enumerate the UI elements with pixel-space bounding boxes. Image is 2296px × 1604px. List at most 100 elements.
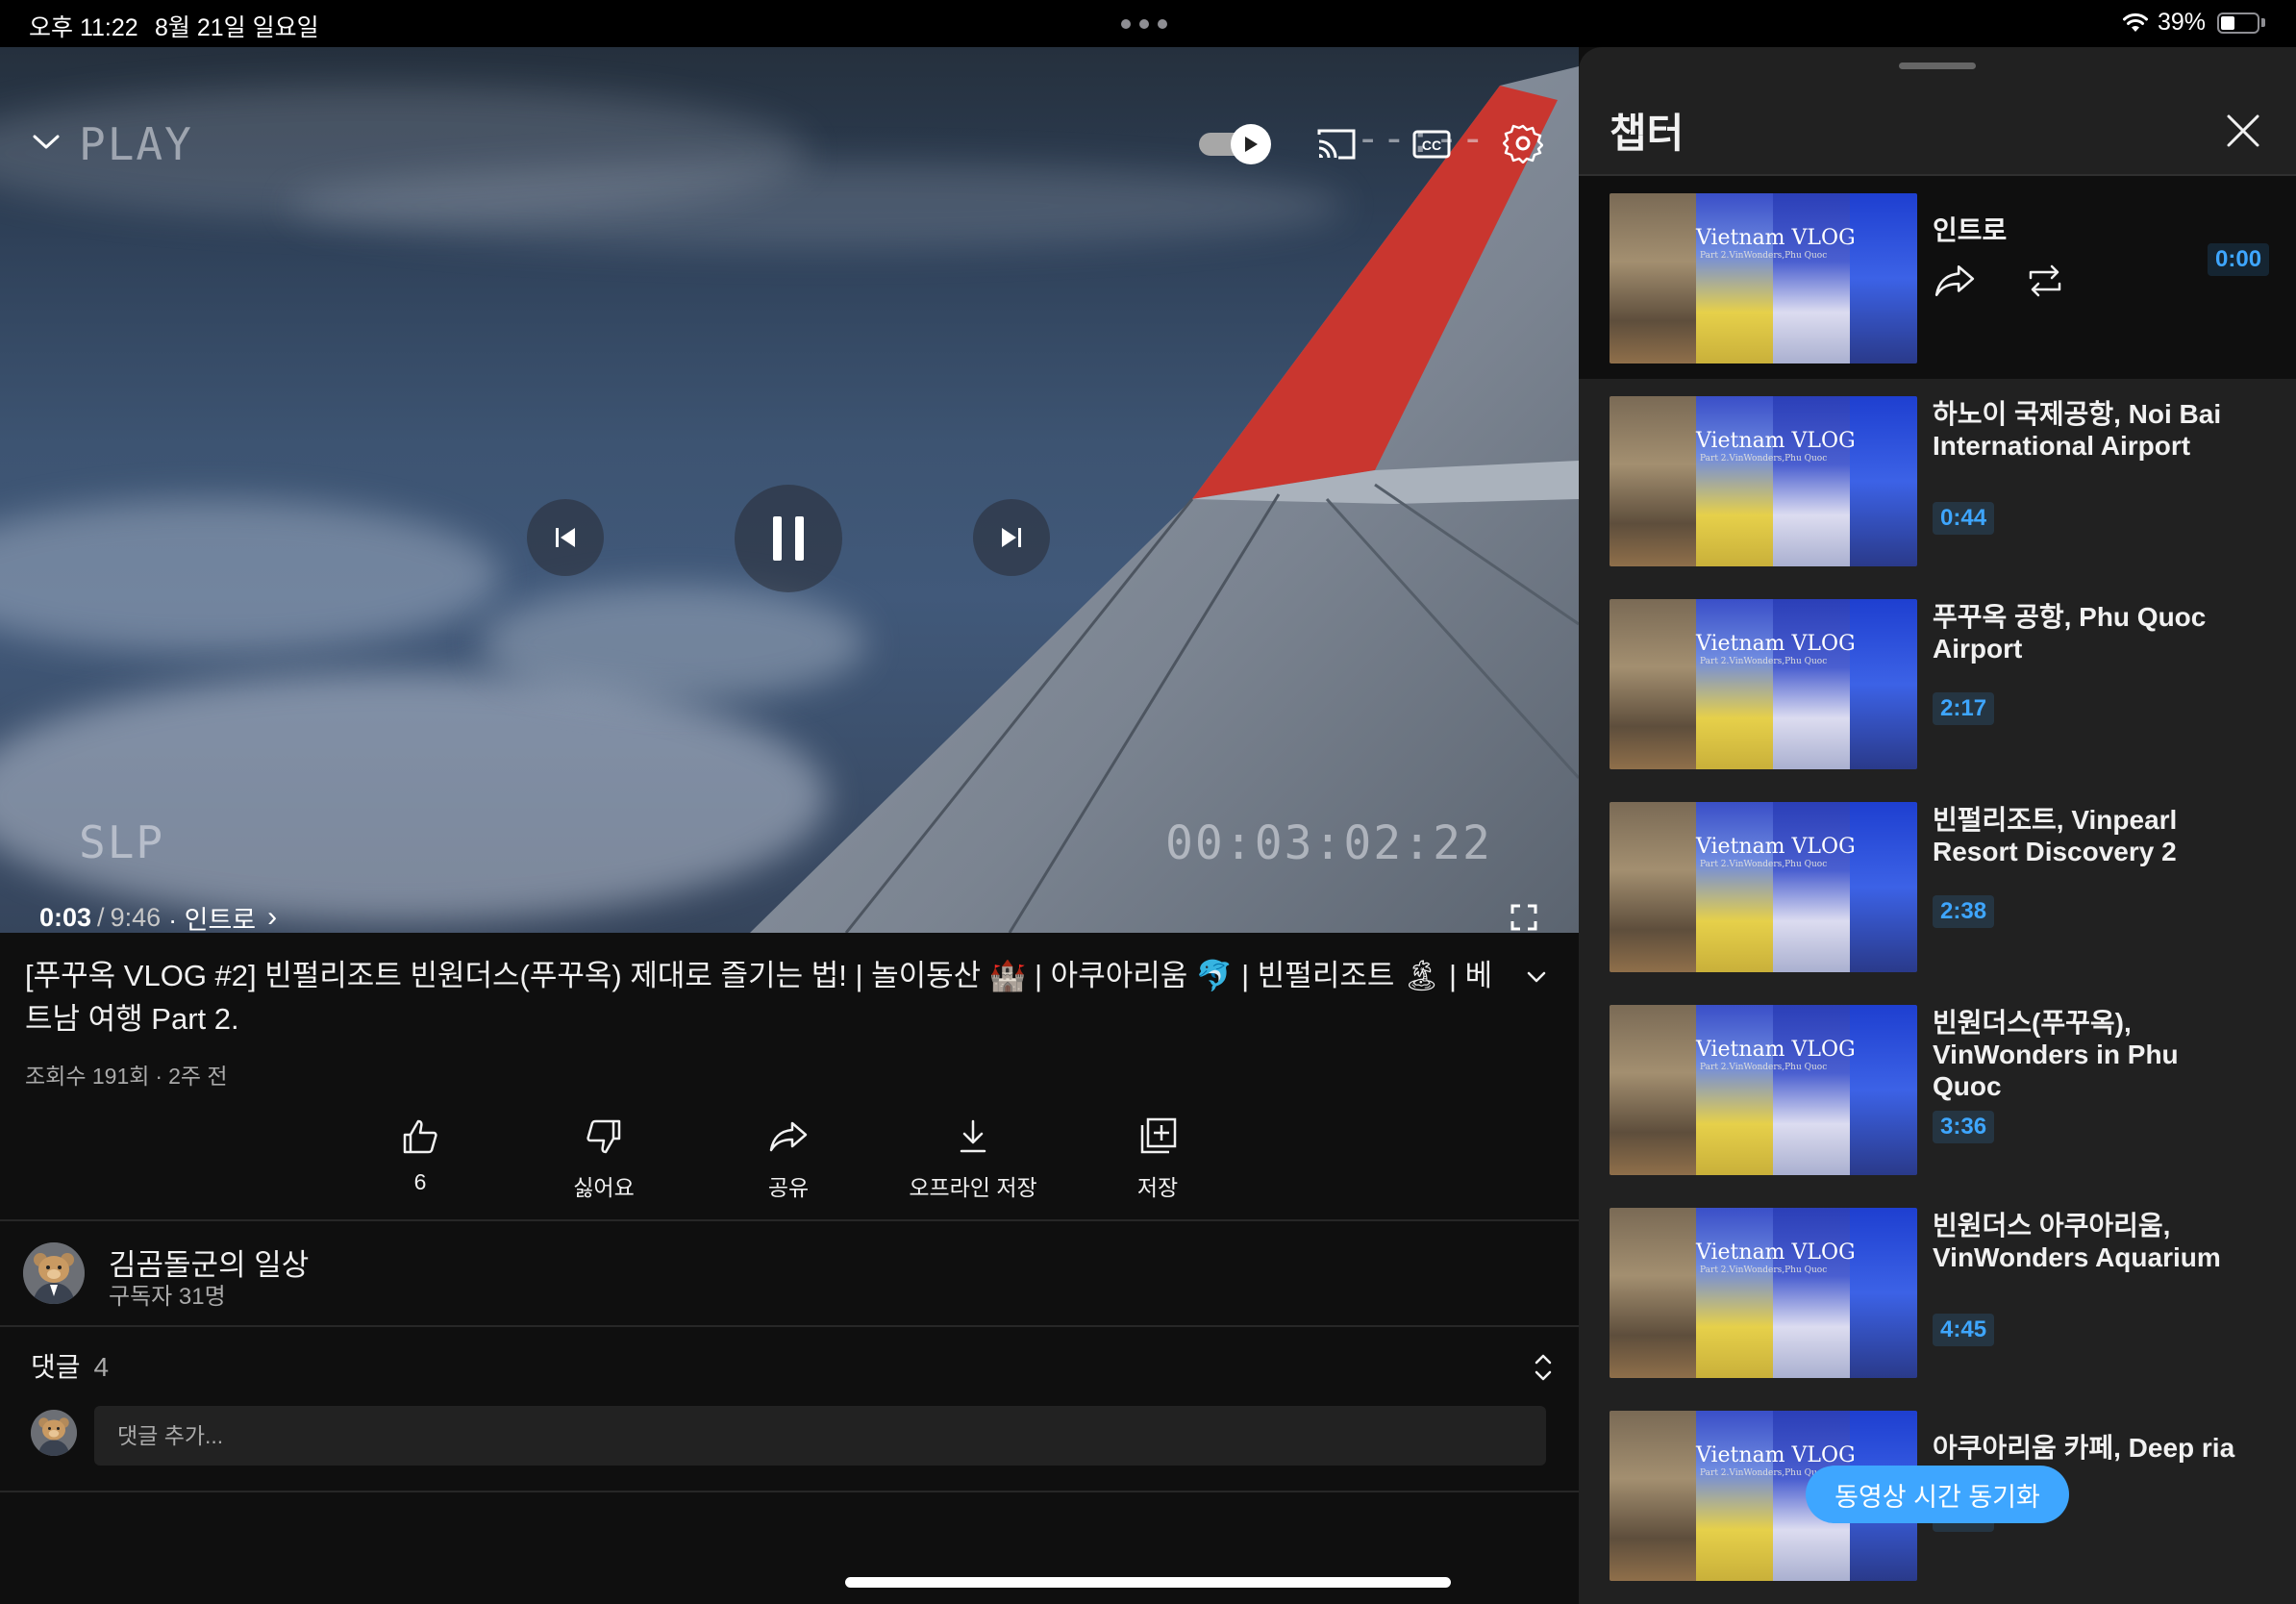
play-watermark: PLAY [79, 118, 193, 170]
unfold-icon [1535, 1354, 1552, 1381]
chapter-thumbnail: Vietnam VLOG Part 2.VinWonders,Phu Quoc [1610, 599, 1917, 769]
sync-video-time-button[interactable]: 동영상 시간 동기화 [1806, 1466, 2069, 1523]
share-chapter-button[interactable] [1933, 259, 1977, 303]
closed-captions-icon: CC [1412, 130, 1451, 159]
chapter-item[interactable]: Vietnam VLOG Part 2.VinWonders,Phu Quoc … [1579, 582, 2296, 785]
thumbnail-subcaption: Part 2.VinWonders,Phu Quoc [1700, 1266, 1828, 1275]
channel-row[interactable]: 김곰돌군의 일상 구독자 31명 [0, 1221, 1579, 1310]
comments-header[interactable]: 댓글 4 [31, 1346, 109, 1385]
drag-handle[interactable] [1899, 63, 1976, 69]
settings-button[interactable] [1502, 122, 1544, 164]
chapter-timestamp[interactable]: 0:00 [2208, 243, 2270, 276]
chapter-item[interactable]: Vietnam VLOG Part 2.VinWonders,Phu Quoc … [1579, 1190, 2296, 1393]
share-button[interactable]: 공유 [692, 1115, 885, 1212]
upload-age: 2주 전 [168, 1064, 228, 1089]
thumbnail-subcaption: Part 2.VinWonders,Phu Quoc [1700, 1063, 1828, 1072]
fullscreen-button[interactable] [1508, 901, 1540, 933]
autoplay-toggle[interactable] [1199, 124, 1272, 164]
video-meta: 조회수 191회 · 2주 전 [25, 1058, 228, 1090]
thumbnail-caption: Vietnam VLOG [1696, 835, 1856, 859]
cast-button[interactable] [1314, 124, 1359, 164]
download-button[interactable]: 오프라인 저장 [877, 1115, 1069, 1212]
chapter-timestamp[interactable]: 3:36 [1933, 1111, 1995, 1143]
play-icon [1245, 137, 1258, 152]
status-date: 8월 21일 일요일 [155, 14, 319, 41]
chapter-timestamp[interactable]: 4:45 [1933, 1314, 1995, 1346]
dislike-button[interactable]: 싫어요 [508, 1115, 700, 1212]
battery-cap [2261, 18, 2265, 27]
thumb-up-icon [403, 1119, 437, 1154]
battery-icon [2217, 13, 2259, 34]
chevron-down-icon [1527, 971, 1546, 983]
chapter-item[interactable]: Vietnam VLOG Part 2.VinWonders,Phu Quoc … [1579, 785, 2296, 988]
bear-avatar-icon [31, 1410, 77, 1456]
download-icon [960, 1119, 986, 1153]
chapter-thumbnail: Vietnam VLOG Part 2.VinWonders,Phu Quoc [1610, 396, 1917, 566]
captions-button[interactable]: CC [1410, 124, 1453, 164]
time-separator: / [97, 902, 105, 932]
chapter-item[interactable]: Vietnam VLOG Part 2.VinWonders,Phu Quoc … [1579, 379, 2296, 582]
save-button[interactable]: 저장 [1061, 1115, 1254, 1212]
chapter-title: 빈원더스 아쿠아리움, VinWonders Aquarium [1933, 1211, 2221, 1272]
next-button[interactable] [973, 499, 1050, 576]
divider [0, 1325, 1579, 1327]
thumbnail-caption: Vietnam VLOG [1696, 429, 1856, 453]
close-icon [2227, 114, 2259, 147]
meta-separator: · [155, 1064, 163, 1089]
previous-button[interactable] [527, 499, 604, 576]
current-chapter-label[interactable]: · 인트로 [168, 899, 256, 934]
chapter-thumbnail: Vietnam VLOG Part 2.VinWonders,Phu Quoc [1610, 1005, 1917, 1175]
video-player[interactable]: PLAY --:-- SLP 00:03:02:22 CC 0:03 / 9:4… [0, 47, 1579, 933]
video-info-section: [푸꾸옥 VLOG #2] 빈펄리조트 빈원더스(푸꾸옥) 제대로 즐기는 법!… [0, 933, 1579, 1604]
user-avatar [31, 1410, 77, 1456]
thumbnail-subcaption: Part 2.VinWonders,Phu Quoc [1700, 657, 1828, 666]
skip-next-icon [1002, 528, 1021, 547]
close-button[interactable] [2219, 107, 2267, 155]
repeat-icon [2029, 264, 2061, 297]
action-row: 6 싫어요 공유 오프라인 저장 저장 [0, 1115, 1579, 1221]
chevron-right-icon: › [267, 901, 278, 933]
chapter-timestamp[interactable]: 2:17 [1933, 692, 1995, 725]
current-time: 0:03 [39, 902, 92, 932]
home-indicator[interactable] [845, 1577, 1451, 1588]
thumbnail-caption: Vietnam VLOG [1696, 1038, 1856, 1062]
chapter-item[interactable]: Vietnam VLOG Part 2.VinWonders,Phu Quoc … [1579, 176, 2296, 379]
chapter-thumbnail: Vietnam VLOG Part 2.VinWonders,Phu Quoc [1610, 193, 1917, 363]
like-count: 6 [413, 1169, 427, 1194]
chapter-thumbnail: Vietnam VLOG Part 2.VinWonders,Phu Quoc [1610, 1208, 1917, 1378]
view-count: 조회수 191회 [25, 1064, 150, 1089]
dislike-label: 싫어요 [573, 1175, 635, 1200]
share-icon [1934, 265, 1975, 296]
download-label: 오프라인 저장 [909, 1175, 1037, 1200]
multitasking-dots-icon[interactable] [1121, 19, 1167, 29]
status-bar: 오후 11:22 8월 21일 일요일 39% [0, 0, 2296, 47]
time-display[interactable]: 0:03 / 9:46 · 인트로 › [39, 901, 277, 933]
wifi-icon [2123, 13, 2148, 32]
video-title[interactable]: [푸꾸옥 VLOG #2] 빈펄리조트 빈원더스(푸꾸옥) 제대로 즐기는 법!… [25, 954, 1506, 1040]
pause-button[interactable] [735, 485, 842, 592]
subscriber-count: 구독자 31명 [109, 1284, 226, 1310]
chapters-panel: 챕터 Vietnam VLOG Part 2.VinWonders,Phu Qu… [1579, 47, 2296, 1604]
slp-watermark: SLP [79, 816, 165, 868]
like-button[interactable]: 6 [324, 1115, 516, 1212]
chapter-title: 하노이 국제공항, Noi Bai International Airport [1933, 399, 2222, 461]
expand-description-button[interactable] [1521, 962, 1552, 992]
skip-previous-icon [556, 528, 575, 547]
thumbnail-caption: Vietnam VLOG [1696, 1443, 1856, 1467]
chapter-title: 빈펄리조트, Vinpearl Resort Discovery 2 [1933, 805, 2178, 866]
channel-avatar[interactable] [23, 1242, 85, 1304]
chapter-item[interactable]: Vietnam VLOG Part 2.VinWonders,Phu Quoc … [1579, 988, 2296, 1190]
loop-chapter-button[interactable] [2023, 259, 2067, 303]
chapter-timestamp[interactable]: 0:44 [1933, 502, 1995, 535]
chapter-timestamp[interactable]: 2:38 [1933, 895, 1995, 928]
comments-label: 댓글 [31, 1352, 81, 1382]
minimize-player-button[interactable] [27, 122, 65, 161]
comment-input[interactable] [94, 1406, 1546, 1466]
chapter-thumbnail: Vietnam VLOG Part 2.VinWonders,Phu Quoc [1610, 802, 1917, 972]
save-label: 저장 [1136, 1175, 1179, 1200]
thumbnail-caption: Vietnam VLOG [1696, 226, 1856, 250]
comments-expand-button[interactable] [1529, 1350, 1558, 1385]
divider [0, 1491, 1579, 1492]
thumbnail-subcaption: Part 2.VinWonders,Phu Quoc [1700, 1468, 1828, 1478]
bear-avatar-icon [23, 1242, 85, 1304]
